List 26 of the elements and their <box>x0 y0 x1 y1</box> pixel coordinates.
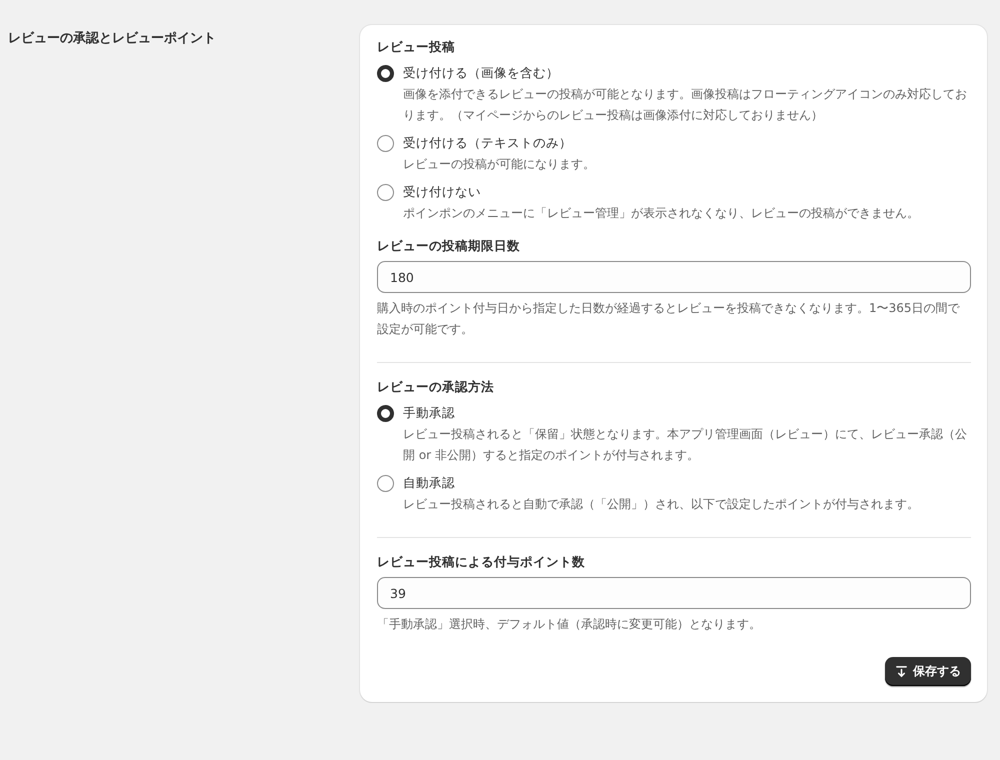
option-label[interactable]: 自動承認 <box>403 474 455 492</box>
help-text: 「手動承認」選択時、デフォルト値（承認時に変更可能）となります。 <box>377 616 762 633</box>
radio-button[interactable] <box>377 474 394 492</box>
number-field[interactable]: 39 <box>377 577 971 609</box>
group-label: レビュー投稿 <box>377 39 456 56</box>
option-label[interactable]: 手動承認 <box>403 404 455 422</box>
option-description: レビューの投稿が可能になります。 <box>402 156 596 173</box>
option-label[interactable]: 受け付ける（画像を含む） <box>403 64 559 82</box>
group-label: レビューの承認方法 <box>377 379 495 396</box>
option-description: 画像を添付できるレビューの投稿が可能となります。画像投稿はフローティングアイコンのみ対応しております。（マイページからのレビュー投稿は画像添付に対応しておりません） <box>402 86 968 124</box>
number-field[interactable]: 180 <box>377 261 971 293</box>
radio-button[interactable] <box>377 134 394 152</box>
option-description: レビュー投稿されると自動で承認（「公開」）され、以下で設定したポイントが付与されます。 <box>402 496 920 513</box>
radio-button[interactable] <box>377 404 394 422</box>
radio-button[interactable] <box>377 64 394 82</box>
option-label[interactable]: 受け付ける（テキストのみ） <box>403 134 572 152</box>
save-button[interactable]: 保存する <box>885 657 971 686</box>
help-text: 購入時のポイント付与日から指定した日数が経過するとレビューを投稿できなくなります。1〜365日の間で設定が可能です。 <box>377 300 961 338</box>
field-label: レビュー投稿による付与ポイント数 <box>377 554 586 571</box>
save-icon <box>895 665 908 678</box>
option-description: レビュー投稿されると「保留」状態となります。本アプリ管理画面（レビュー）にて、レビュー承認（公開 or 非公開）すると指定のポイントが付与されます。 <box>402 426 968 464</box>
field-label: レビューの投稿期限日数 <box>377 238 521 255</box>
option-label[interactable]: 受け付けない <box>403 184 481 200</box>
radio-button[interactable] <box>377 184 394 200</box>
section-title: レビューの承認とレビューポイント <box>8 30 217 47</box>
option-description: ポインポンのメニューに「レビュー管理」が表示されなくなり、レビューの投稿ができません。 <box>402 205 920 222</box>
